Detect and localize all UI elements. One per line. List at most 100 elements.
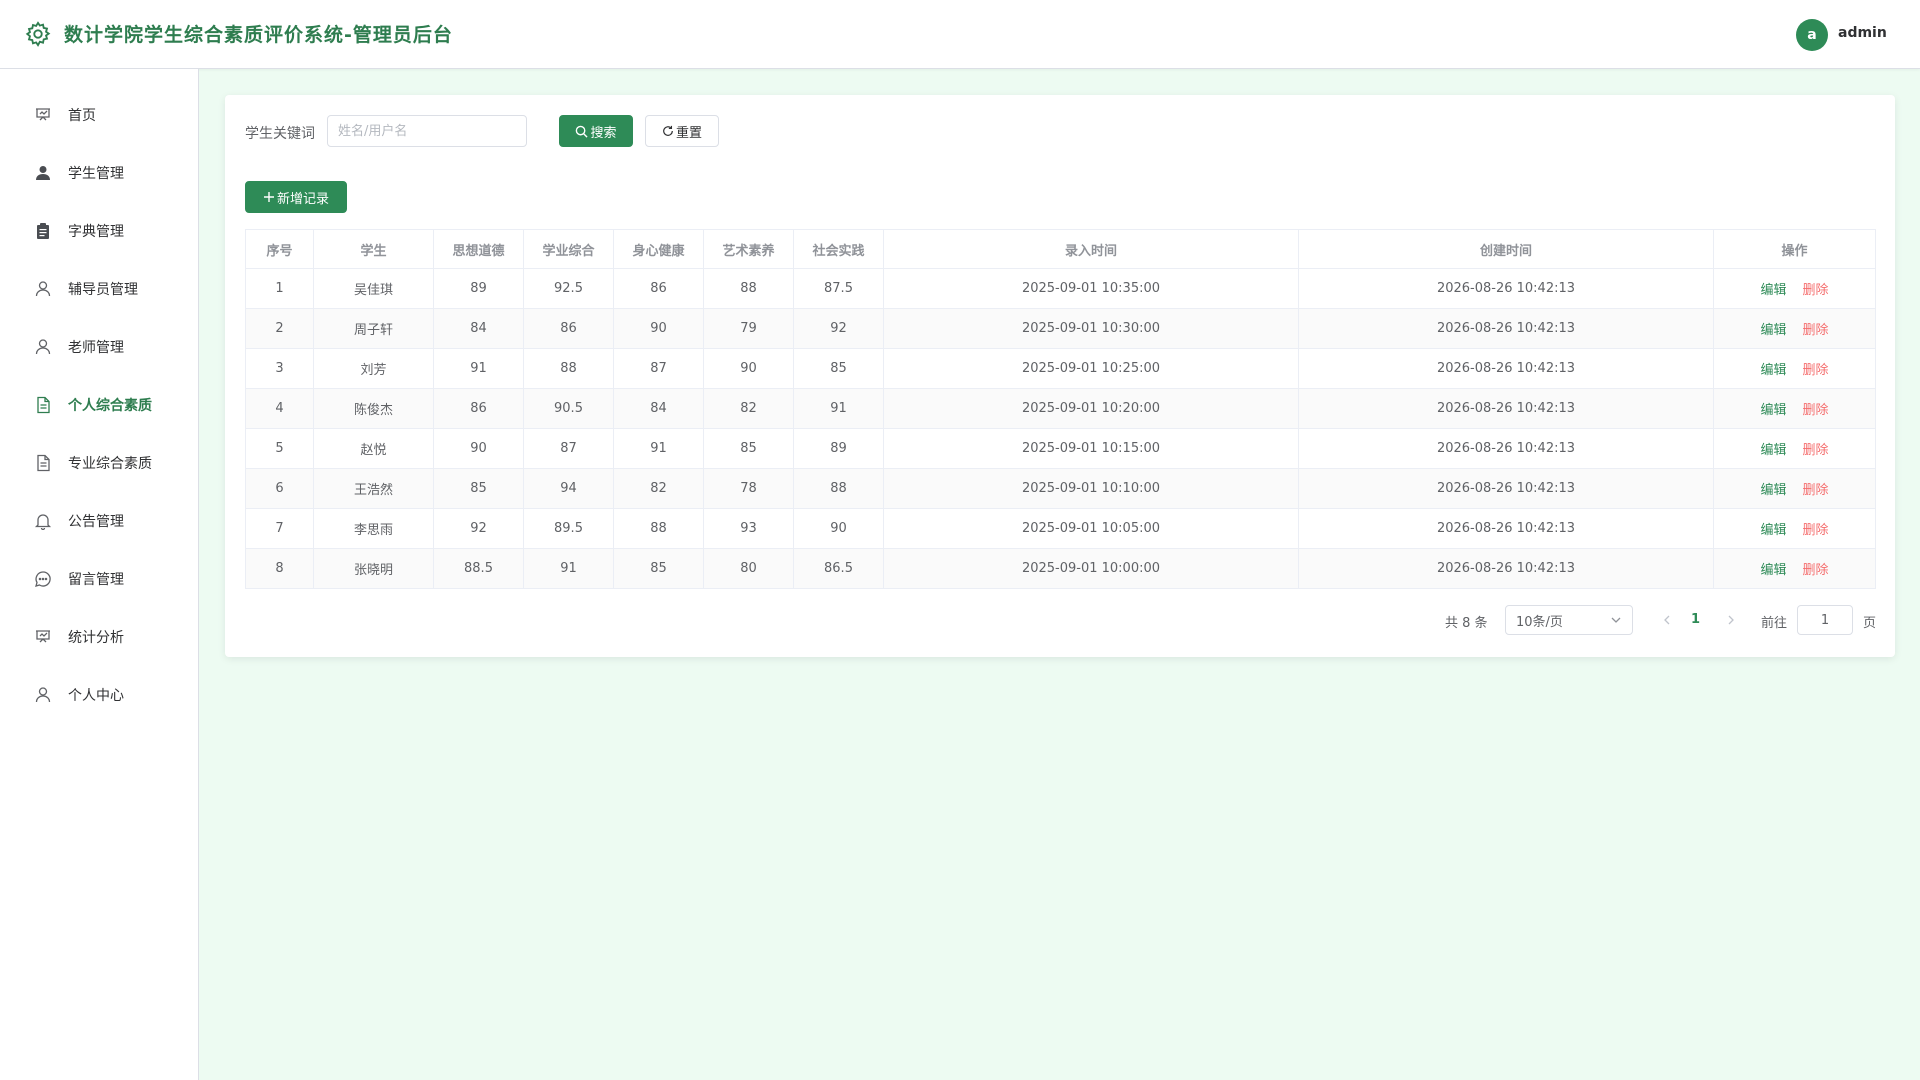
column-header[interactable]: 思想道德 xyxy=(433,229,524,269)
sidebar-item-counselors[interactable]: 辅导员管理 xyxy=(0,261,198,317)
page-size-select[interactable]: 10条/页 xyxy=(1505,605,1633,635)
delete-button[interactable]: 删除 xyxy=(1803,323,1829,338)
edit-button[interactable]: 编辑 xyxy=(1760,483,1786,498)
table-cell: 88 xyxy=(703,268,794,309)
search-button[interactable]: 搜索 xyxy=(559,115,633,147)
edit-button[interactable]: 编辑 xyxy=(1760,443,1786,458)
table-cell: 赵悦 xyxy=(313,428,434,469)
table-header-row: 序号 学生 思想道德 学业综合 身心健康 艺术素养 社会实践 录入时间 创建时间… xyxy=(245,229,1876,269)
table-cell: 78 xyxy=(703,468,794,509)
table-cell: 94 xyxy=(523,468,614,509)
goto-page-input[interactable] xyxy=(1797,605,1853,635)
column-header[interactable]: 录入时间 xyxy=(883,229,1299,269)
table-cell: 86.5 xyxy=(793,548,884,589)
avatar[interactable]: a xyxy=(1796,19,1828,51)
sidebar-item-students[interactable]: 学生管理 xyxy=(0,145,198,201)
table-cell: 85 xyxy=(703,428,794,469)
user-filled-icon xyxy=(36,166,50,180)
table-cell: 88 xyxy=(613,508,704,549)
table-cell: 86 xyxy=(613,268,704,309)
sidebar-item-dictionary[interactable]: 字典管理 xyxy=(0,203,198,259)
table-cell: 85 xyxy=(613,548,704,589)
delete-button[interactable]: 删除 xyxy=(1803,283,1829,298)
delete-button[interactable]: 删除 xyxy=(1803,523,1829,538)
sidebar-item-label: 留言管理 xyxy=(68,572,124,588)
table-actions-cell: 编辑 删除 xyxy=(1713,468,1876,509)
table-cell: 82 xyxy=(613,468,704,509)
table-cell: 88.5 xyxy=(433,548,524,589)
table-cell: 2025-09-01 10:35:00 xyxy=(883,268,1299,309)
delete-button[interactable]: 删除 xyxy=(1803,563,1829,578)
sidebar-item-messages[interactable]: 留言管理 xyxy=(0,551,198,607)
column-header[interactable]: 社会实践 xyxy=(793,229,884,269)
column-header[interactable]: 艺术素养 xyxy=(703,229,794,269)
edit-button[interactable]: 编辑 xyxy=(1760,283,1786,298)
page-size-value: 10条/页 xyxy=(1516,614,1563,630)
sidebar-item-label: 个人综合素质 xyxy=(68,398,152,414)
table-row: 6 王浩然 85 94 82 78 88 2025-09-01 10:10:00 2026-08… xyxy=(245,468,1876,509)
search-button-label: 搜索 xyxy=(590,125,617,141)
username[interactable]: admin xyxy=(1838,25,1887,41)
column-header[interactable]: 序号 xyxy=(245,229,314,269)
table-row: 4 陈俊杰 86 90.5 84 82 91 2025-09-01 10:20:00 2026-… xyxy=(245,388,1876,429)
sidebar-item-announcements[interactable]: 公告管理 xyxy=(0,493,198,549)
table-row: 1 吴佳琪 89 92.5 86 88 87.5 2025-09-01 10:35:00 202… xyxy=(245,268,1876,309)
table-cell: 86 xyxy=(523,308,614,349)
column-header[interactable]: 创建时间 xyxy=(1298,229,1714,269)
delete-button[interactable]: 删除 xyxy=(1803,483,1829,498)
column-header[interactable]: 学业综合 xyxy=(523,229,614,269)
table-cell: 90.5 xyxy=(523,388,614,429)
user-icon xyxy=(35,687,51,703)
content-card: 学生关键词 搜索 重置 新增记录 序号 学生 思想道德 学业综合 身心健康 艺术… xyxy=(225,95,1895,657)
table-cell: 87 xyxy=(613,348,704,389)
edit-button[interactable]: 编辑 xyxy=(1760,403,1786,418)
table-cell: 刘芳 xyxy=(313,348,434,389)
table-row: 8 张晓明 88.5 91 85 80 86.5 2025-09-01 10:00:00 202… xyxy=(245,548,1876,589)
prev-page-icon[interactable] xyxy=(1657,609,1677,631)
column-header[interactable]: 身心健康 xyxy=(613,229,704,269)
table-row: 2 周子轩 84 86 90 79 92 2025-09-01 10:30:00 2026-08… xyxy=(245,308,1876,349)
table-actions-cell: 编辑 删除 xyxy=(1713,428,1876,469)
table-cell: 88 xyxy=(793,468,884,509)
edit-button[interactable]: 编辑 xyxy=(1760,563,1786,578)
delete-button[interactable]: 删除 xyxy=(1803,363,1829,378)
table-cell: 8 xyxy=(245,548,314,589)
sidebar-item-major-quality[interactable]: 专业综合素质 xyxy=(0,435,198,491)
table-cell: 张晓明 xyxy=(313,548,434,589)
table-cell: 90 xyxy=(703,348,794,389)
add-record-button[interactable]: 新增记录 xyxy=(245,181,347,213)
sidebar-item-label: 专业综合素质 xyxy=(68,456,152,472)
reset-button[interactable]: 重置 xyxy=(645,115,719,147)
edit-button[interactable]: 编辑 xyxy=(1760,523,1786,538)
next-page-icon[interactable] xyxy=(1721,609,1741,631)
column-header[interactable]: 学生 xyxy=(313,229,434,269)
sidebar-item-teachers[interactable]: 老师管理 xyxy=(0,319,198,375)
table-cell: 李思雨 xyxy=(313,508,434,549)
table-actions-cell: 编辑 删除 xyxy=(1713,348,1876,389)
sidebar-item-personal-quality[interactable]: 个人综合素质 xyxy=(0,377,198,433)
goto-label: 前往 xyxy=(1761,616,1788,631)
table-cell: 2026-08-26 10:42:13 xyxy=(1298,548,1714,589)
edit-button[interactable]: 编辑 xyxy=(1760,323,1786,338)
page-number-current[interactable]: 1 xyxy=(1691,612,1700,627)
table-cell: 2026-08-26 10:42:13 xyxy=(1298,428,1714,469)
table-cell: 87 xyxy=(523,428,614,469)
sidebar-item-label: 老师管理 xyxy=(68,340,124,356)
delete-button[interactable]: 删除 xyxy=(1803,443,1829,458)
table-cell: 92 xyxy=(433,508,524,549)
delete-button[interactable]: 删除 xyxy=(1803,403,1829,418)
table-actions-cell: 编辑 删除 xyxy=(1713,548,1876,589)
document-icon xyxy=(37,454,50,472)
table-cell: 2025-09-01 10:20:00 xyxy=(883,388,1299,429)
table-actions-cell: 编辑 删除 xyxy=(1713,268,1876,309)
table-cell: 86 xyxy=(433,388,524,429)
sidebar-item-profile[interactable]: 个人中心 xyxy=(0,667,198,723)
table-cell: 吴佳琪 xyxy=(313,268,434,309)
search-input[interactable] xyxy=(327,115,527,147)
edit-button[interactable]: 编辑 xyxy=(1760,363,1786,378)
sidebar-item-home[interactable]: 首页 xyxy=(0,87,198,143)
table-actions-cell: 编辑 删除 xyxy=(1713,508,1876,549)
sidebar-item-label: 字典管理 xyxy=(68,224,124,240)
sidebar-item-statistics[interactable]: 统计分析 xyxy=(0,609,198,665)
table-cell: 89 xyxy=(433,268,524,309)
